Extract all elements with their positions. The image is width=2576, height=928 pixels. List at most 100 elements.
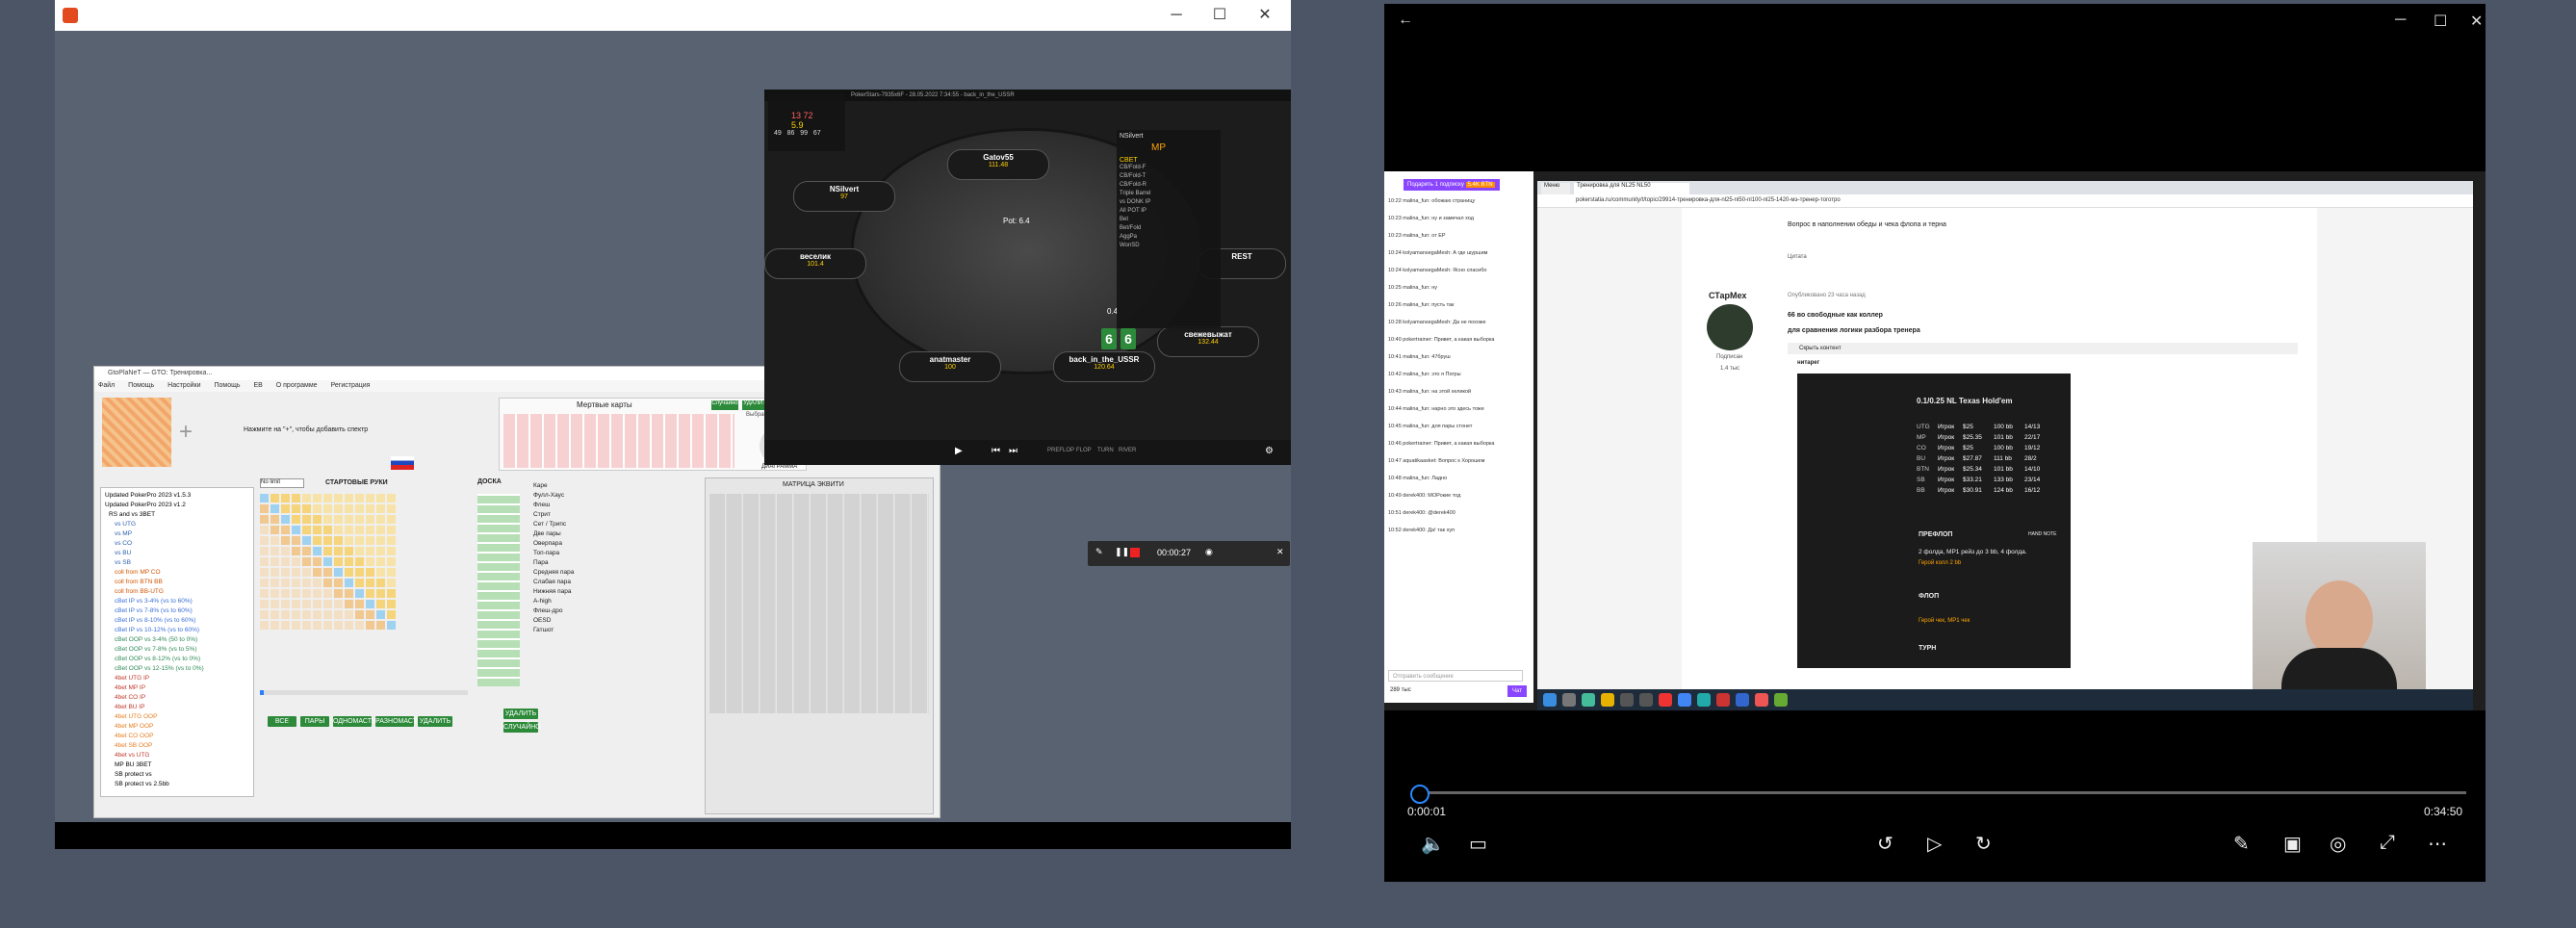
hand-cell[interactable] bbox=[270, 579, 279, 587]
hide-content-toggle[interactable]: Скрыть контент bbox=[1788, 343, 2298, 354]
hand-cell[interactable] bbox=[355, 515, 364, 524]
hand-matrix[interactable] bbox=[260, 494, 468, 686]
hand-cell[interactable] bbox=[281, 515, 290, 524]
tree-item[interactable]: MP BU 3BET bbox=[115, 761, 152, 768]
hand-cell[interactable] bbox=[366, 568, 374, 577]
hand-cell[interactable] bbox=[281, 536, 290, 545]
hand-cell[interactable] bbox=[334, 557, 343, 566]
settings-icon[interactable]: ⚙ bbox=[1265, 446, 1274, 456]
cast-icon[interactable]: ▣ bbox=[2283, 832, 2302, 856]
hand-cell[interactable] bbox=[270, 494, 279, 503]
hand-cell[interactable] bbox=[323, 515, 332, 524]
tree-item[interactable]: SB protect vs bbox=[115, 771, 152, 778]
hand-cell[interactable] bbox=[281, 557, 290, 566]
hand-cell[interactable] bbox=[260, 494, 269, 503]
hand-cell[interactable] bbox=[323, 589, 332, 598]
hand-cell[interactable] bbox=[355, 536, 364, 545]
hand-cell[interactable] bbox=[260, 568, 269, 577]
hand-cell[interactable] bbox=[334, 610, 343, 619]
hand-cell[interactable] bbox=[260, 579, 269, 587]
hand-cell[interactable] bbox=[376, 504, 385, 513]
hand-cell[interactable] bbox=[345, 600, 353, 608]
hand-cell[interactable] bbox=[366, 536, 374, 545]
hand-cell[interactable] bbox=[345, 547, 353, 555]
hand-cell[interactable] bbox=[313, 504, 322, 513]
hand-cell[interactable] bbox=[292, 621, 300, 630]
hand-cell[interactable] bbox=[302, 557, 311, 566]
category-item[interactable]: Стрит bbox=[533, 511, 551, 518]
windows-icon[interactable] bbox=[1543, 693, 1557, 707]
hand-cell[interactable] bbox=[345, 579, 353, 587]
hand-cell[interactable] bbox=[323, 494, 332, 503]
hand-cell[interactable] bbox=[366, 589, 374, 598]
hand-cell[interactable] bbox=[366, 600, 374, 608]
hand-cell[interactable] bbox=[281, 568, 290, 577]
subtitles-icon[interactable]: ▭ bbox=[1469, 832, 1487, 856]
category-item[interactable]: Сет / Трипс bbox=[533, 521, 566, 528]
hand-cell[interactable] bbox=[260, 536, 269, 545]
hand-cell[interactable] bbox=[366, 621, 374, 630]
hand-cell[interactable] bbox=[387, 610, 396, 619]
gift-sub-banner[interactable]: Подарить 1 подписку 5.4K BTN bbox=[1404, 179, 1500, 191]
menu-item[interactable]: Помощь bbox=[214, 382, 240, 389]
hand-cell[interactable] bbox=[387, 515, 396, 524]
forward-30-icon[interactable]: ↻ bbox=[1975, 832, 1992, 856]
pairs-button[interactable]: ПАРЫ bbox=[300, 716, 329, 727]
tree-item[interactable]: cBet OOP vs 7-8% (vs to 5%) bbox=[115, 646, 197, 653]
hand-cell[interactable] bbox=[281, 579, 290, 587]
tree-item[interactable]: coll from MP CO bbox=[115, 569, 161, 576]
dead-cards-grid[interactable] bbox=[503, 414, 734, 468]
category-item[interactable]: Флеш bbox=[533, 502, 550, 508]
hand-cell[interactable] bbox=[281, 526, 290, 534]
tree-item[interactable]: 4bet UTG OOP bbox=[115, 713, 157, 720]
hand-cell[interactable] bbox=[292, 536, 300, 545]
seat-left-top[interactable]: NSilvert 97 bbox=[793, 181, 895, 212]
hand-cell[interactable] bbox=[302, 526, 311, 534]
hand-cell[interactable] bbox=[292, 589, 300, 598]
tree-item[interactable]: Updated PokerPro 2023 v1.2 bbox=[105, 502, 186, 508]
explorer-icon[interactable] bbox=[1601, 693, 1614, 707]
hand-cell[interactable] bbox=[334, 504, 343, 513]
hand-cell[interactable] bbox=[376, 600, 385, 608]
spectrum-select[interactable]: No limit bbox=[260, 478, 304, 488]
hand-cell[interactable] bbox=[345, 589, 353, 598]
hand-cell[interactable] bbox=[366, 515, 374, 524]
hand-cell[interactable] bbox=[355, 610, 364, 619]
hand-cell[interactable] bbox=[281, 621, 290, 630]
menu-item[interactable]: Настройки bbox=[167, 382, 200, 389]
hand-cell[interactable] bbox=[292, 557, 300, 566]
spectrum-thumbnail[interactable] bbox=[102, 398, 171, 467]
hand-cell[interactable] bbox=[313, 579, 322, 587]
hand-cell[interactable] bbox=[292, 610, 300, 619]
menu-item[interactable]: Регистрация bbox=[331, 382, 371, 389]
hand-cell[interactable] bbox=[302, 568, 311, 577]
hand-cell[interactable] bbox=[376, 536, 385, 545]
tree-item[interactable]: 4bet BU IP bbox=[115, 704, 144, 710]
close-icon[interactable]: ✕ bbox=[2470, 12, 2483, 31]
hand-cell[interactable] bbox=[270, 610, 279, 619]
app-icon[interactable] bbox=[1716, 693, 1730, 707]
tab-training[interactable]: Тренировка для NL25 NL50 bbox=[1574, 183, 1689, 194]
quote-link[interactable]: Цитата bbox=[1788, 254, 1807, 260]
menu-item[interactable]: О программе bbox=[276, 382, 318, 389]
hand-cell[interactable] bbox=[376, 547, 385, 555]
category-item[interactable]: Флеш-дро bbox=[533, 607, 563, 614]
hand-cell[interactable] bbox=[313, 568, 322, 577]
random-button[interactable]: Случайно bbox=[711, 400, 738, 410]
stop-icon[interactable] bbox=[1130, 548, 1140, 557]
category-item[interactable]: Гатшот bbox=[533, 627, 554, 633]
hand-cell[interactable] bbox=[366, 547, 374, 555]
tab-menu[interactable]: Меню bbox=[1541, 183, 1570, 194]
app-icon[interactable] bbox=[1755, 693, 1768, 707]
play-icon[interactable]: ▶ bbox=[955, 446, 963, 456]
hand-cell[interactable] bbox=[302, 547, 311, 555]
pen-icon[interactable]: ✎ bbox=[2233, 832, 2250, 856]
hand-cell[interactable] bbox=[270, 536, 279, 545]
hand-cell[interactable] bbox=[270, 515, 279, 524]
hand-cell[interactable] bbox=[302, 589, 311, 598]
hand-cell[interactable] bbox=[376, 515, 385, 524]
hand-cell[interactable] bbox=[302, 504, 311, 513]
hand-cell[interactable] bbox=[260, 610, 269, 619]
hand-cell[interactable] bbox=[260, 589, 269, 598]
board-random-button[interactable]: СЛУЧАЙНО bbox=[503, 722, 541, 733]
